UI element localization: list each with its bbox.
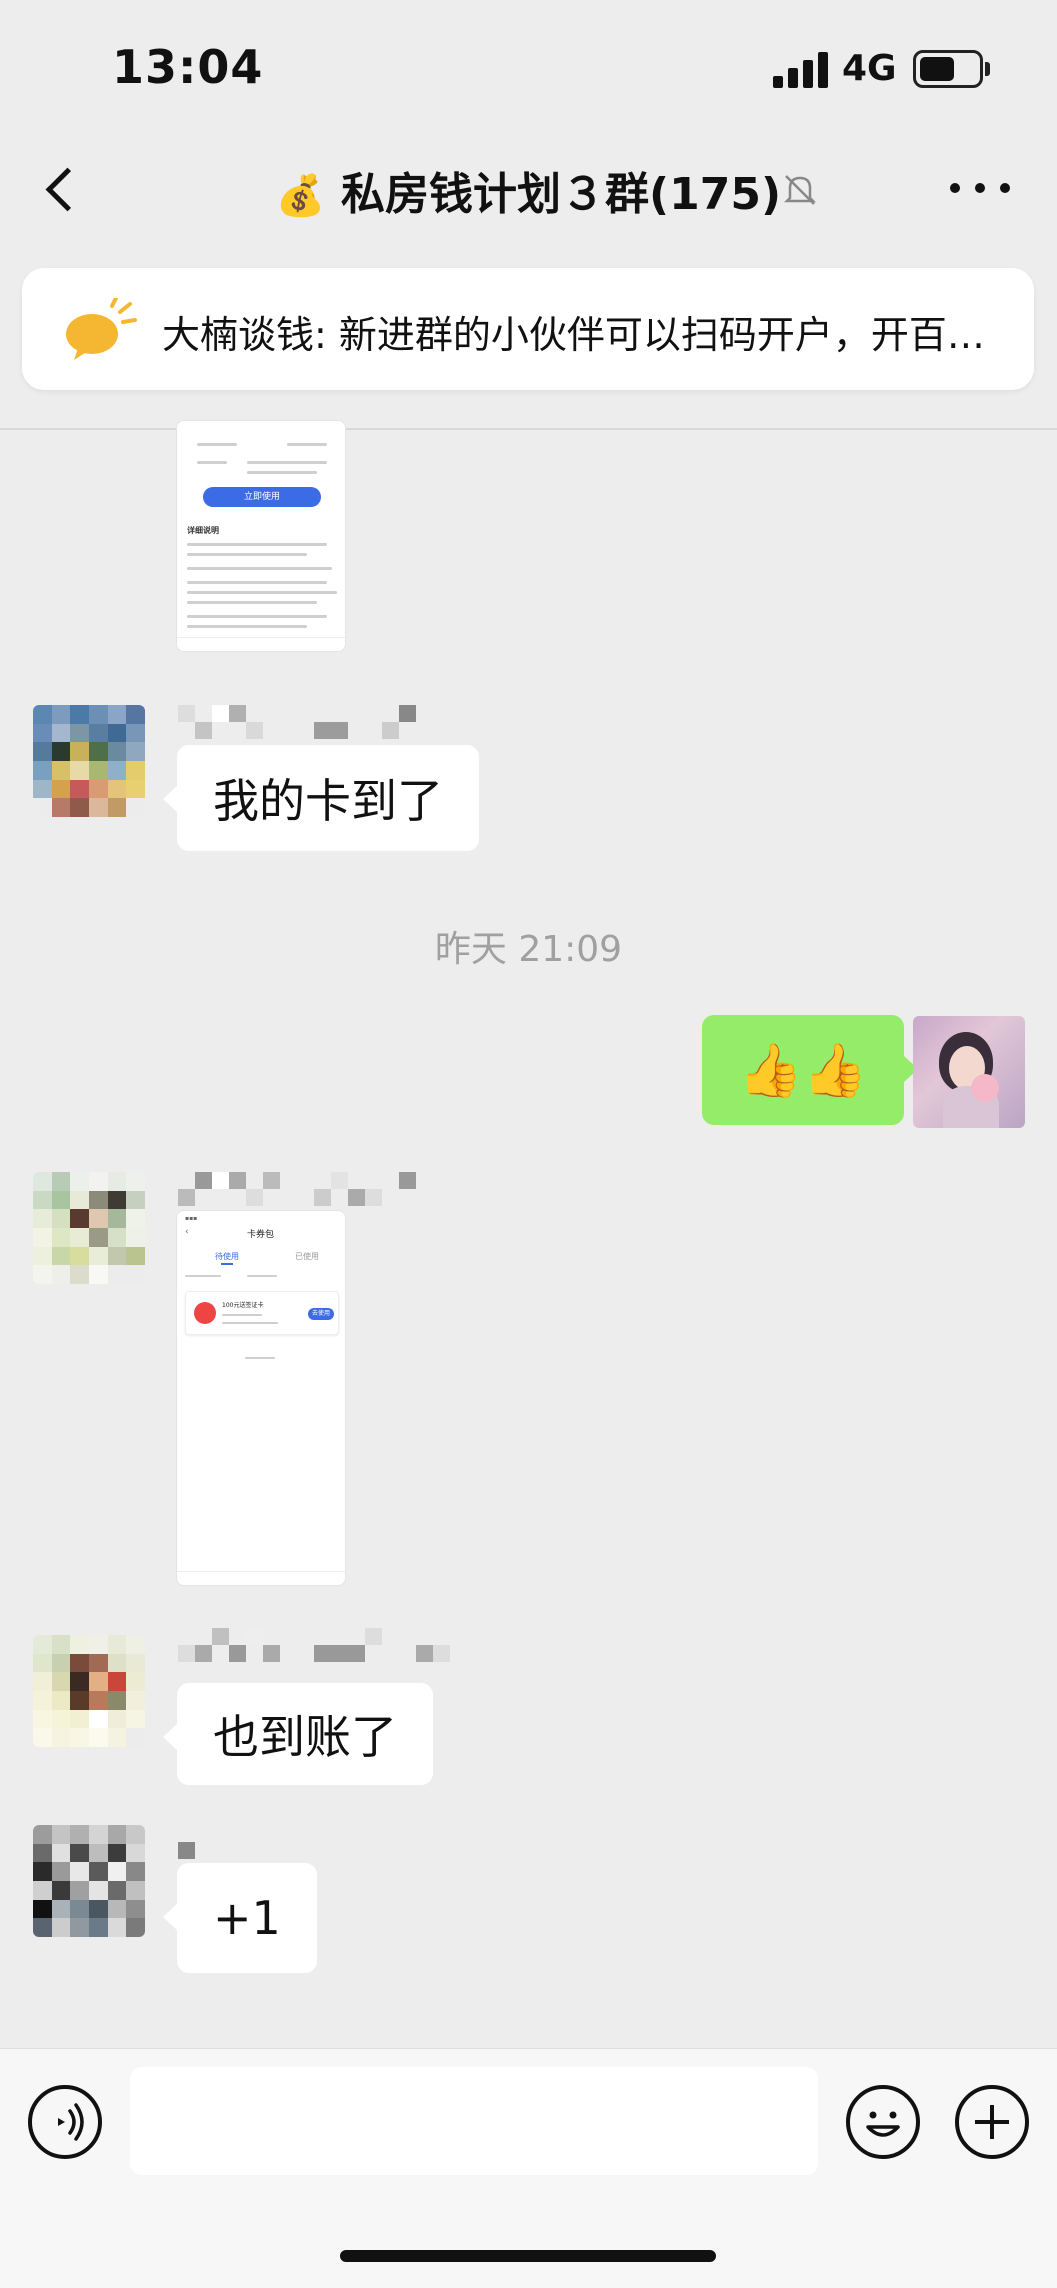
message-input[interactable]	[130, 2067, 818, 2175]
sender-name-pixelated	[178, 1628, 450, 1662]
card-name: 100元送签证卡	[222, 1302, 264, 1309]
mute-bell-icon	[783, 175, 817, 205]
tab-used: 已使用	[295, 1252, 319, 1261]
sender-name-pixelated	[178, 1172, 416, 1206]
chat-title-text: 私房钱计划３群(175)	[341, 169, 782, 220]
status-bar: 13:04 4G	[0, 0, 1057, 130]
tiny-back-icon: ‹	[185, 1227, 189, 1237]
more-actions-button[interactable]	[955, 2085, 1029, 2159]
speech-bubble-icon	[66, 298, 137, 360]
message-text: +1	[213, 1891, 281, 1945]
network-label: 4G	[842, 48, 897, 89]
pinned-text: 大楠谈钱: 新进群的小伙伴可以扫码开户，开百…	[162, 313, 985, 357]
emoji-button[interactable]	[846, 2085, 920, 2159]
thumbs-up-icon: 👍👍	[738, 1040, 868, 1101]
card-use-button: 去使用	[308, 1308, 334, 1320]
sender-name-pixelated	[178, 705, 416, 739]
pinned-announcement[interactable]: 大楠谈钱: 新进群的小伙伴可以扫码开户，开百…	[22, 268, 1034, 390]
use-now-button: 立即使用	[203, 487, 321, 507]
status-time: 13:04	[112, 40, 264, 94]
detail-heading: 详细说明	[187, 526, 219, 535]
tiny-status: ▪▪▪	[185, 1215, 198, 1222]
more-button[interactable]	[950, 168, 1010, 208]
battery-cap	[985, 62, 990, 76]
sender-name-pixelated	[178, 1825, 195, 1859]
message-list[interactable]: 立即使用 详细说明 我的卡到了 昨天 21:09 👍👍 ▪▪▪ ‹ 卡券包 待使…	[0, 420, 1057, 2050]
nav-bar: 💰 私房钱计划３群(175)	[0, 130, 1057, 245]
avatar[interactable]	[33, 1172, 145, 1284]
message-text: 也到账了	[213, 1710, 397, 1764]
avatar[interactable]	[33, 1635, 145, 1747]
home-indicator[interactable]	[340, 2250, 716, 2262]
avatar[interactable]	[33, 705, 145, 817]
signal-icon	[773, 52, 829, 88]
image-message[interactable]: 立即使用 详细说明	[176, 420, 346, 652]
battery-icon	[913, 50, 983, 88]
image-message[interactable]: ▪▪▪ ‹ 卡券包 待使用 已使用 100元送签证卡 去使用	[176, 1210, 346, 1586]
message-text: 我的卡到了	[213, 774, 443, 828]
message-bubble[interactable]: +1	[163, 1863, 317, 1973]
message-bubble-self[interactable]: 👍👍	[702, 1015, 917, 1125]
chat-title: 💰 私房钱计划３群(175)	[0, 158, 1057, 222]
tab-pending: 待使用	[215, 1252, 239, 1261]
message-timestamp: 昨天 21:09	[434, 929, 623, 970]
voice-wave-icon	[58, 2103, 84, 2141]
card-wallet-title: 卡券包	[247, 1230, 275, 1240]
message-bubble[interactable]: 我的卡到了	[163, 745, 479, 851]
message-bubble[interactable]: 也到账了	[163, 1683, 433, 1785]
smiley-icon	[866, 2111, 900, 2137]
avatar[interactable]	[33, 1825, 145, 1937]
self-avatar[interactable]	[913, 1016, 1025, 1128]
money-bag-icon: 💰	[275, 173, 326, 219]
voice-button[interactable]	[28, 2085, 102, 2159]
